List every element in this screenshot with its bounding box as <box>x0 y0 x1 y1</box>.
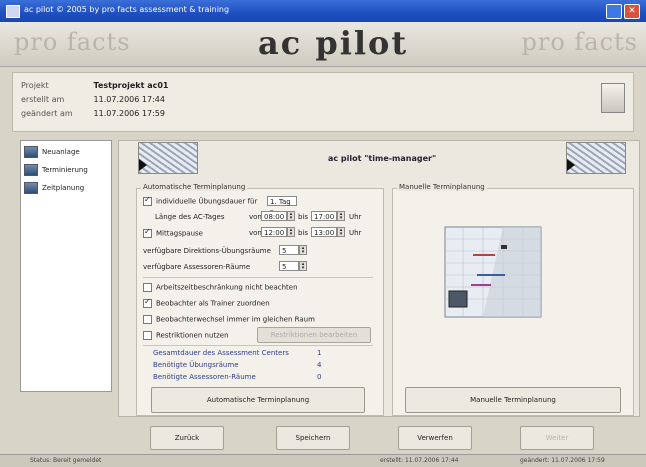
manual-planning-title: Manuelle Terminplanung <box>397 183 487 191</box>
sidebar-item-label: Terminierung <box>42 166 88 174</box>
brand-right: pro facts <box>521 28 638 56</box>
close-button[interactable]: ✕ <box>624 4 640 19</box>
restrictions-checkbox[interactable] <box>143 331 152 340</box>
project-info-panel: Projekt Testprojekt ac01 erstellt am 11.… <box>12 72 634 132</box>
stat-assessor-rooms-label: Benötigte Assessoren-Räume <box>153 373 256 381</box>
auto-planning-title: Automatische Terminplanung <box>141 183 248 191</box>
assessor-rooms-input[interactable]: 5 <box>279 261 299 271</box>
assessor-rooms-label: verfügbare Assessoren-Räume <box>143 263 251 271</box>
time-manager-header: ac pilot "time-manager" <box>128 142 636 180</box>
lunch-checkbox[interactable] <box>143 227 152 238</box>
lunch-row[interactable]: Mittagspause <box>143 227 203 238</box>
window-titlebar[interactable]: ac pilot © 2005 by pro facts assessment … <box>0 0 646 22</box>
assessor-rooms-spinner[interactable]: ▴ ▾ <box>299 261 307 271</box>
individual-duration-checkbox[interactable] <box>143 195 152 206</box>
modified-value: 11.07.2006 17:59 <box>93 109 165 118</box>
sidebar-item-neuanlage[interactable]: Neuanlage <box>24 145 80 159</box>
back-button[interactable]: Zurück <box>150 426 224 450</box>
created-value: 11.07.2006 17:44 <box>93 95 165 104</box>
lunch-unit: Uhr <box>349 229 362 237</box>
ac-day-label: Länge des AC-Tages <box>155 213 225 221</box>
exercise-rooms-input[interactable]: 5 <box>279 245 299 255</box>
ignore-worktime-checkbox[interactable] <box>143 283 152 292</box>
exercise-rooms-spinner[interactable]: ▴ ▾ <box>299 245 307 255</box>
keyboard-image-left <box>138 142 198 174</box>
option-restrictions[interactable]: Restriktionen nutzen <box>143 331 229 340</box>
ignore-worktime-label: Arbeitszeitbeschränkung nicht beachten <box>156 283 298 292</box>
whiteboard-illustration <box>444 226 542 318</box>
modified-row: geändert am 11.07.2006 17:59 <box>21 109 165 118</box>
created-row: erstellt am 11.07.2006 17:44 <box>21 95 165 104</box>
project-label: Projekt <box>21 81 49 90</box>
option-ignore-worktime[interactable]: Arbeitszeitbeschränkung nicht beachten <box>143 283 298 292</box>
window-title: ac pilot © 2005 by pro facts assessment … <box>24 5 230 14</box>
observer-trainer-checkbox[interactable] <box>143 297 152 308</box>
brand-center: ac pilot <box>258 24 409 62</box>
ac-day-from-label: von <box>249 213 262 221</box>
ac-day-to-spinner[interactable]: ▴ ▾ <box>337 211 345 221</box>
observer-trainer-label: Beobachter als Trainer zuordnen <box>156 299 270 308</box>
restrictions-label: Restriktionen nutzen <box>156 331 229 340</box>
ac-day-to-input[interactable]: 17:00 <box>311 211 337 221</box>
edit-restrictions-button[interactable]: Restriktionen bearbeiten <box>257 327 371 343</box>
time-manager-caption: ac pilot "time-manager" <box>328 154 437 163</box>
stat-exercise-rooms-value: 4 <box>317 361 322 369</box>
schedule-icon <box>24 182 38 194</box>
project-row: Projekt Testprojekt ac01 <box>21 81 169 90</box>
ac-day-to-label: bis <box>298 213 309 221</box>
lunch-label: Mittagspause <box>156 229 203 238</box>
same-room-label: Beobachterwechsel immer im gleichen Raum <box>156 315 315 324</box>
ac-day-unit: Uhr <box>349 213 362 221</box>
stat-assessor-rooms-value: 0 <box>317 373 322 381</box>
day-select-value: 1. Tag <box>270 198 291 206</box>
lunch-to-spinner[interactable]: ▴ ▾ <box>337 227 345 237</box>
lunch-to-input[interactable]: 13:00 <box>311 227 337 237</box>
sidebar-item-label: Zeitplanung <box>42 184 85 192</box>
status-text: Status: Bereit gemeldet <box>30 457 102 464</box>
manual-planning-group: Manuelle Terminplanung Manuelle Terminpl… <box>392 183 634 416</box>
app-banner: pro facts ac pilot pro facts <box>0 22 646 67</box>
status-bar: Status: Bereit gemeldet erstellt: 11.07.… <box>0 454 646 467</box>
ac-day-from-input[interactable]: 08:00 <box>261 211 287 221</box>
auto-planning-group: Automatische Terminplanung individuelle … <box>136 183 384 416</box>
stat-exercise-rooms-label: Benötigte Übungsräume <box>153 361 239 369</box>
navigation-sidebar: Neuanlage Terminierung Zeitplanung <box>20 140 112 392</box>
sidebar-item-label: Neuanlage <box>42 148 80 156</box>
divider <box>143 345 373 346</box>
ac-day-from-spinner[interactable]: ▴ ▾ <box>287 211 295 221</box>
lunch-from-label: von <box>249 229 262 237</box>
manual-planning-button[interactable]: Manuelle Terminplanung <box>405 387 621 413</box>
individual-duration-row[interactable]: individuelle Übungsdauer für <box>143 195 258 206</box>
brand-left: pro facts <box>14 28 131 56</box>
individual-duration-label: individuelle Übungsdauer für <box>156 197 258 206</box>
same-room-checkbox[interactable] <box>143 315 152 324</box>
sidebar-item-zeitplanung[interactable]: Zeitplanung <box>24 181 84 195</box>
status-modified: geändert: 11.07.2006 17:59 <box>520 457 605 464</box>
next-button[interactable]: Weiter <box>520 426 594 450</box>
lunch-from-spinner[interactable]: ▴ ▾ <box>287 227 295 237</box>
divider <box>143 277 373 278</box>
day-select[interactable]: 1. Tag ▾ <box>267 196 297 216</box>
project-document-icon[interactable] <box>601 83 625 113</box>
stat-total-duration-value: 1 <box>317 349 322 357</box>
calendar-icon <box>24 164 38 176</box>
app-icon <box>6 5 20 18</box>
stat-total-duration-label: Gesamtdauer des Assessment Centers <box>153 349 289 357</box>
modified-label: geändert am <box>21 109 73 118</box>
doc-icon <box>24 146 38 158</box>
status-created: erstellt: 11.07.2006 17:44 <box>380 457 459 464</box>
auto-planning-button[interactable]: Automatische Terminplanung <box>151 387 365 413</box>
exercise-rooms-label: verfügbare Direktions-Übungsräume <box>143 247 271 255</box>
option-observer-trainer[interactable]: Beobachter als Trainer zuordnen <box>143 297 270 308</box>
discard-button[interactable]: Verwerfen <box>398 426 472 450</box>
sidebar-item-terminierung[interactable]: Terminierung <box>24 163 88 177</box>
lunch-to-label: bis <box>298 229 309 237</box>
option-same-room[interactable]: Beobachterwechsel immer im gleichen Raum <box>143 315 315 324</box>
keyboard-image-right <box>566 142 626 174</box>
minimize-button[interactable] <box>606 4 622 19</box>
save-button[interactable]: Speichern <box>276 426 350 450</box>
project-value: Testprojekt ac01 <box>93 81 169 90</box>
lunch-from-input[interactable]: 12:00 <box>261 227 287 237</box>
created-label: erstellt am <box>21 95 65 104</box>
